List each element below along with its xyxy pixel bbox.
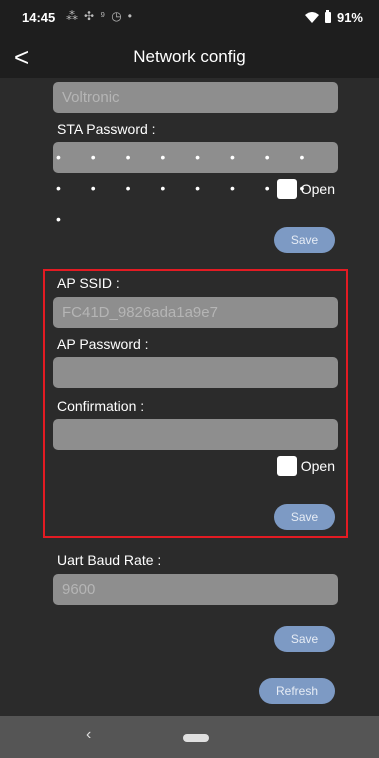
fan-icon: ✣	[84, 9, 101, 23]
system-nav-bar: ‹	[0, 716, 379, 758]
nav-back-icon[interactable]: ‹	[86, 726, 91, 744]
status-bar: 14:45 ⁂✣⁹◷• 91%	[0, 0, 379, 36]
sta-save-button[interactable]: Save	[274, 227, 335, 253]
app-bar: < Network config	[0, 36, 379, 78]
sta-password-field[interactable]: • • • • • • • • • • • • • • • • •	[53, 142, 338, 227]
sta-password-label: STA Password :	[57, 121, 156, 137]
sta-open-checkbox[interactable]	[276, 179, 297, 199]
ap-open-checkbox[interactable]	[276, 456, 297, 476]
status-right: 91%	[304, 10, 363, 25]
dot-icon: •	[127, 9, 138, 23]
clock-icon: ◷	[111, 9, 128, 23]
sta-ssid-field[interactable]: Voltronic	[53, 82, 338, 113]
status-time: 14:45	[22, 10, 56, 25]
battery-percent: 91%	[336, 10, 363, 25]
uart-baud-label: Uart Baud Rate :	[57, 552, 162, 568]
refresh-button[interactable]: Refresh	[259, 678, 335, 704]
ap-open-label: Open	[300, 458, 335, 474]
ap-ssid-label: AP SSID :	[57, 275, 120, 291]
ap-open-checkbox-row[interactable]: Open	[276, 456, 335, 476]
wifi-icon	[304, 12, 319, 23]
sta-open-checkbox-row[interactable]: Open	[276, 179, 335, 199]
uart-save-button[interactable]: Save	[274, 626, 335, 652]
signal-icon: ⁹	[100, 9, 112, 23]
home-pill-icon[interactable]	[183, 734, 209, 742]
battery-icon	[324, 10, 331, 23]
wifi-calling-icon: ⁂	[66, 9, 84, 23]
notification-icons: ⁂✣⁹◷•	[66, 9, 138, 23]
confirmation-label: Confirmation :	[57, 398, 145, 414]
ap-password-label: AP Password :	[57, 336, 149, 352]
ap-ssid-field[interactable]: FC41D_9826ada1a9e7	[53, 297, 338, 328]
uart-baud-field[interactable]: 9600	[53, 574, 338, 605]
ap-password-field[interactable]	[53, 357, 338, 388]
confirmation-field[interactable]	[53, 419, 338, 450]
ap-save-button[interactable]: Save	[274, 504, 335, 530]
page-title: Network config	[133, 47, 246, 66]
sta-open-label: Open	[300, 181, 335, 197]
